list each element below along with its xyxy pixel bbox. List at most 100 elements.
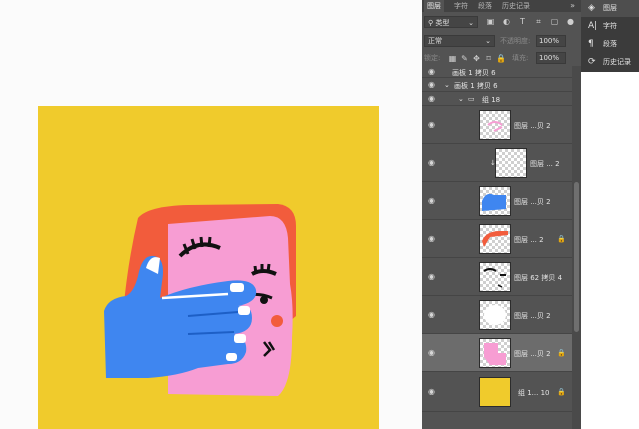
layer-thumbnail [479, 338, 511, 368]
double-chevron-right-icon[interactable]: » [570, 0, 575, 12]
layers-panel: 图层 字符 段落 历史记录 » ⚲ 类型 ⌄ ▣ ◐ T ⌗ ▢ ● 正常 ⌄ … [422, 0, 581, 429]
nail-2 [238, 306, 250, 315]
search-icon: ⚲ [428, 19, 434, 27]
face-lines-thumb [483, 268, 506, 288]
dock-item-label: 字符 [603, 22, 617, 30]
artboard-illustration[interactable] [38, 106, 379, 429]
visibility-eye-icon[interactable]: ◉ [428, 95, 438, 103]
layer-row[interactable]: ◉ 图层 ...贝 2 [422, 106, 572, 144]
visibility-eye-icon[interactable]: ◉ [428, 121, 438, 129]
lock-position-icon[interactable]: ✥ [472, 54, 481, 63]
adjustment-filter-icon[interactable]: ◐ [502, 17, 511, 26]
folder-icon: ▭ [468, 95, 475, 103]
visibility-eye-icon[interactable]: ◉ [428, 311, 438, 319]
blend-mode-label: 正常 [428, 37, 442, 45]
filter-toggle-icon[interactable]: ● [566, 17, 575, 26]
pink-brush-thumb [487, 121, 503, 132]
white-shape-thumb [484, 305, 506, 325]
character-icon: A| [588, 21, 598, 31]
opacity-label: 不透明度: [500, 37, 531, 45]
layer-row-artboard[interactable]: ◉ ⌄ 画板 1 拷贝 6 [422, 78, 572, 92]
visibility-eye-icon[interactable]: ◉ [428, 273, 438, 281]
layer-lock-icon: 🔒 [557, 349, 566, 357]
smart-object-filter-icon[interactable]: ▢ [550, 17, 559, 26]
pixel-filter-icon[interactable]: ▣ [486, 17, 495, 26]
layer-row[interactable]: ◉ 图层 ...贝 2 [422, 296, 572, 334]
dock-item-paragraph[interactable]: ¶ 段落 [581, 36, 639, 53]
illustration-svg [38, 106, 379, 429]
chevron-down-icon: ⌄ [485, 37, 491, 45]
opacity-value: 100% [539, 37, 560, 45]
layer-lock-icon: 🔒 [557, 388, 566, 396]
layer-name: 画板 1 拷贝 6 [452, 69, 496, 77]
document-canvas[interactable] [0, 0, 422, 429]
layer-filter-row: ⚲ 类型 ⌄ ▣ ◐ T ⌗ ▢ ● [424, 16, 579, 29]
type-filter-icon[interactable]: T [518, 17, 527, 26]
layer-name: 图层 62 拷贝 4 [514, 274, 563, 282]
blend-mode-select[interactable]: 正常 ⌄ [424, 35, 495, 47]
layer-name: 图层 ...贝 2 [514, 350, 551, 358]
layer-lock-icon: 🔒 [557, 235, 566, 243]
fill-input[interactable]: 100% [536, 52, 566, 64]
visibility-eye-icon[interactable]: ◉ [428, 388, 438, 396]
layer-thumbnail [479, 262, 511, 292]
tab-history[interactable]: 历史记录 [502, 0, 530, 12]
tab-character[interactable]: 字符 [454, 0, 468, 12]
fill-value: 100% [539, 54, 560, 62]
dock-item-layers[interactable]: ◈ 图层 [581, 0, 639, 17]
layer-row[interactable]: ◉ ↓ 图层 ... 2 [422, 144, 572, 182]
visibility-eye-icon[interactable]: ◉ [428, 349, 438, 357]
dock-item-label: 段落 [603, 40, 617, 48]
panel-tabs: 图层 字符 段落 历史记录 » [422, 0, 581, 12]
layer-name: 画板 1 拷贝 6 [454, 82, 498, 90]
history-icon: ⟳ [588, 57, 596, 67]
lock-artboard-icon[interactable]: ⌑ [484, 54, 493, 63]
collapsed-panel-dock: ◈ 图层 A| 字符 ¶ 段落 ⟳ 历史记录 [581, 0, 639, 72]
nail-3 [234, 334, 246, 343]
lock-image-icon[interactable]: ✎ [460, 54, 469, 63]
expand-chevron-icon[interactable]: ⌄ [444, 81, 450, 89]
tab-paragraph[interactable]: 段落 [478, 0, 492, 12]
dock-item-label: 历史记录 [603, 58, 631, 66]
scrollbar-thumb[interactable] [574, 182, 579, 332]
layer-name: 组 1... 10 [518, 389, 550, 397]
layer-row-selected[interactable]: ◉ 图层 ...贝 2 🔒 [422, 334, 572, 372]
visibility-eye-icon[interactable]: ◉ [428, 235, 438, 243]
filter-kind-select[interactable]: ⚲ 类型 ⌄ [424, 16, 478, 28]
layer-thumbnail [479, 300, 511, 330]
dock-item-history[interactable]: ⟳ 历史记录 [581, 54, 639, 71]
opacity-input[interactable]: 100% [536, 35, 566, 47]
pink-shape-thumb [484, 343, 506, 365]
layer-list-scrollbar[interactable] [572, 66, 581, 429]
expand-chevron-icon[interactable]: ⌄ [458, 95, 464, 103]
layers-icon: ◈ [588, 3, 595, 13]
shape-filter-icon[interactable]: ⌗ [534, 17, 543, 26]
filter-kind-label: 类型 [435, 19, 450, 27]
paragraph-icon: ¶ [588, 39, 594, 49]
chevron-down-icon: ⌄ [468, 19, 474, 27]
layer-name: 图层 ...贝 2 [514, 122, 551, 130]
lock-transparent-icon[interactable]: ▦ [448, 54, 457, 63]
layer-row[interactable]: ◉ 图层 ... 2 🔒 [422, 220, 572, 258]
layer-row[interactable]: ◉ 图层 62 拷贝 4 [422, 258, 572, 296]
lock-label: 锁定: [424, 54, 441, 62]
dock-item-character[interactable]: A| 字符 [581, 18, 639, 35]
visibility-eye-icon[interactable]: ◉ [428, 68, 438, 76]
visibility-eye-icon[interactable]: ◉ [428, 81, 438, 89]
visibility-eye-icon[interactable]: ◉ [428, 197, 438, 205]
blue-hand-thumb [482, 193, 506, 211]
layer-row[interactable]: ◉ 图层 ...贝 2 [422, 182, 572, 220]
lock-all-icon[interactable]: 🔒 [496, 54, 506, 63]
layer-thumbnail [479, 224, 511, 254]
lock-row: 锁定: ▦ ✎ ✥ ⌑ 🔒 填充: 100% [424, 52, 579, 66]
blend-row: 正常 ⌄ 不透明度: 100% [424, 35, 579, 49]
layer-row-group[interactable]: ◉ ⌄ ▭ 组 18 [422, 92, 572, 106]
layer-row[interactable]: ◉ 组 1... 10 🔒 [422, 372, 572, 412]
layer-row-artboard-top[interactable]: ◉ 画板 1 拷贝 6 [422, 66, 572, 78]
layer-thumbnail [479, 377, 511, 407]
dock-item-label: 图层 [603, 4, 617, 12]
visibility-eye-icon[interactable]: ◉ [428, 159, 438, 167]
cheek [271, 315, 283, 327]
nail-4 [226, 353, 237, 361]
tab-layers[interactable]: 图层 [424, 0, 444, 12]
